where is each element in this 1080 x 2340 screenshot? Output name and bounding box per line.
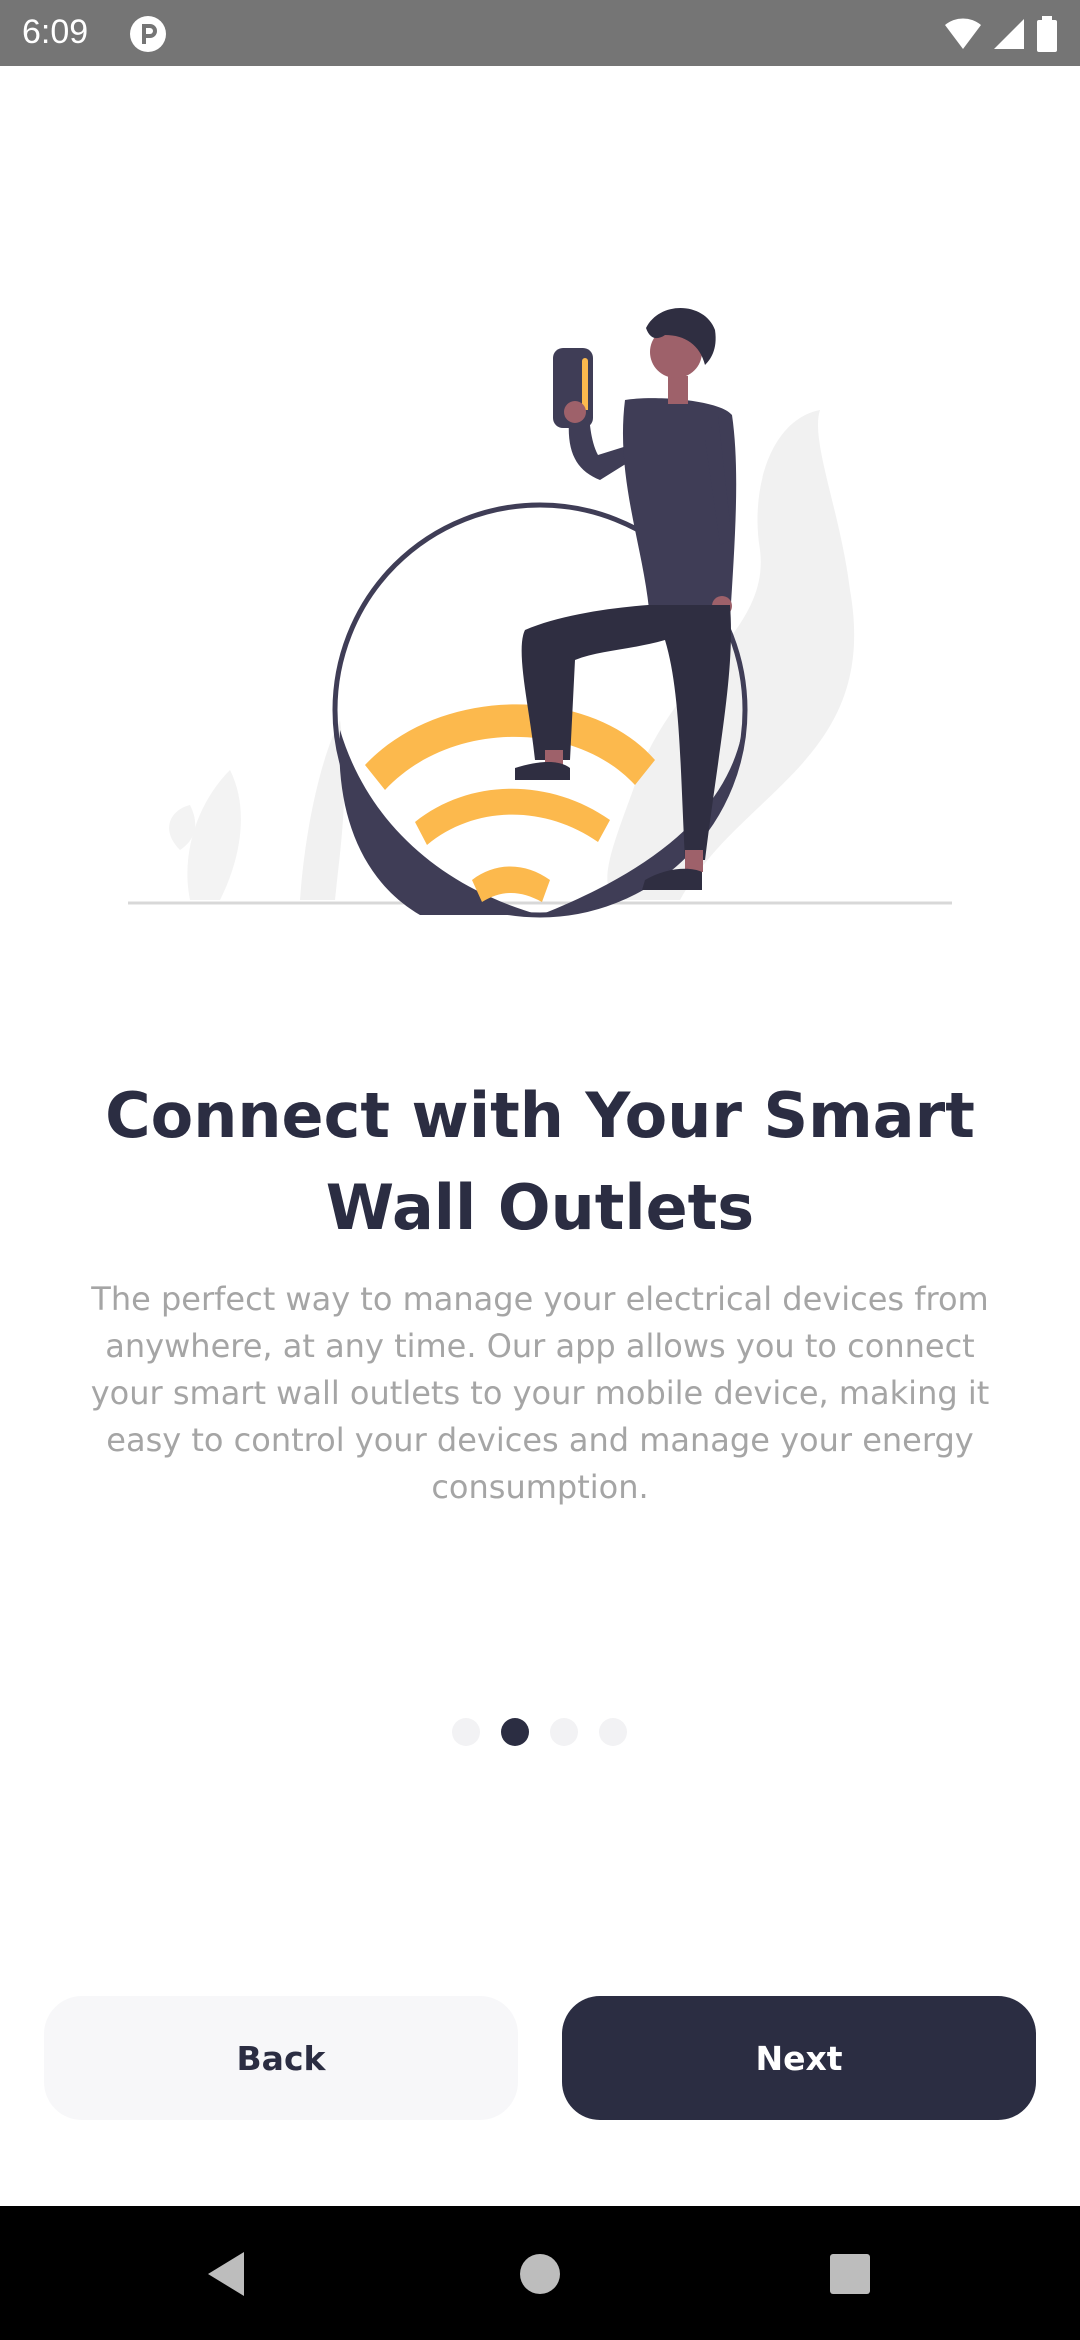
next-button[interactable]: Next <box>562 1996 1036 2120</box>
status-bar: 6:09 <box>0 0 1080 66</box>
page-indicator <box>452 1718 627 1746</box>
wifi-arc-inner <box>472 866 550 902</box>
page-indicator-dot[interactable] <box>452 1718 480 1746</box>
wifi-icon <box>945 18 981 49</box>
page-indicator-dot-active[interactable] <box>501 1718 529 1746</box>
recents-square-icon[interactable] <box>818 2242 882 2306</box>
home-circle-icon[interactable] <box>508 2242 572 2306</box>
background-leaf-shape <box>187 770 241 900</box>
wifi-arc-middle <box>415 788 610 845</box>
page-indicator-dot[interactable] <box>599 1718 627 1746</box>
back-triangle-icon[interactable] <box>194 2242 258 2306</box>
status-icons <box>944 14 1058 54</box>
onboarding-illustration <box>128 307 952 918</box>
battery-icon <box>1037 16 1057 52</box>
app-notification-icon <box>130 16 166 52</box>
onboarding-title: Connect with Your Smart Wall Outlets <box>105 1079 975 1244</box>
wifi-arc-outer <box>365 704 655 790</box>
back-button[interactable]: Back <box>44 1996 518 2120</box>
onboarding-description: The perfect way to manage your electrica… <box>90 1280 990 1506</box>
status-time: 6:09 <box>22 13 89 51</box>
system-nav-bar <box>0 2206 1080 2340</box>
signal-icon <box>994 19 1024 49</box>
page-indicator-dot[interactable] <box>550 1718 578 1746</box>
